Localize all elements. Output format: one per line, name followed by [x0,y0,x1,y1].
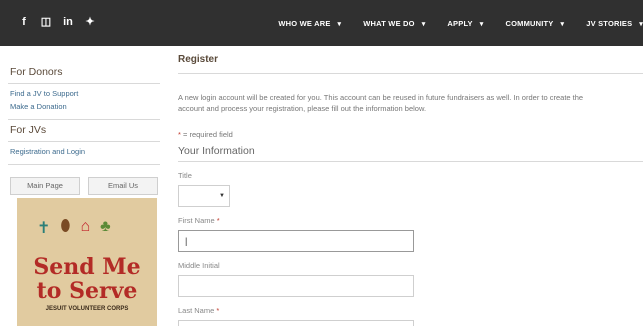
email-us-button[interactable]: Email Us [88,177,158,195]
nav-item-jv-stories[interactable]: JV STORIES ▾ [586,19,643,28]
house-icon: ⌂ [80,218,91,235]
intro-line-2: account and process your registration, p… [178,104,427,113]
main-nav: WHO WE ARE ▾ WHAT WE DO ▾ APPLY ▾ COMMUNITY… [278,0,643,46]
donor-links: Find a JV to Support Make a Donation [8,84,160,120]
registration-login-link[interactable]: Registration and Login [8,145,160,158]
first-name-label: First Name * [178,216,220,225]
middle-initial-label: Middle Initial [178,261,220,270]
cross-icon: ✝ [37,220,51,237]
facebook-icon[interactable]: f [18,16,30,28]
sidebar-buttons: Main Page Email Us [8,177,160,195]
intro-line-1: A new login account will be created for … [178,93,584,102]
instagram-icon[interactable]: ◫ [40,15,52,28]
make-donation-link[interactable]: Make a Donation [8,100,160,113]
send-me-to-serve-banner[interactable]: ✝ ⬮ ⌂ ♣ Send Me to Serve JESUIT VOLUNTEE… [17,198,157,326]
dropdown-arrow-icon: ▼ [219,193,225,199]
main-content: Register A new login account will be cre… [178,54,643,326]
jv-links: Registration and Login [8,142,160,165]
title-select[interactable]: ▼ [178,185,230,207]
chevron-down-icon: ▾ [560,20,565,28]
plant-icon: ♣ [100,218,111,235]
nav-item-who-we-are[interactable]: WHO WE ARE ▾ [278,19,341,28]
page-title: Register [178,54,643,74]
required-note: * = required field [178,130,233,139]
chevron-down-icon: ▾ [421,20,426,28]
nav-item-what-we-do[interactable]: WHAT WE DO ▾ [363,19,425,28]
donors-heading: For Donors [8,62,160,84]
nav-item-community[interactable]: COMMUNITY ▾ [505,19,564,28]
twitter-icon[interactable]: ✦ [84,15,96,28]
main-page-button[interactable]: Main Page [10,177,80,195]
promo-org-name: JESUIT VOLUNTEER CORPS [45,306,129,312]
title-label: Title [178,171,192,180]
chevron-down-icon: ▾ [337,20,342,28]
promo-icons: ✝ ⬮ ⌂ ♣ [37,218,111,238]
last-name-input[interactable] [178,320,414,326]
promo-line-1: Send Me [33,254,141,280]
top-nav-bar: f ◫ in ✦ WHO WE ARE ▾ WHAT WE DO ▾ APPLY ▾ … [0,0,643,46]
bread-icon: ⬮ [60,218,71,235]
intro-text: A new login account will be created for … [178,92,643,114]
sidebar: For Donors Find a JV to Support Make a D… [8,62,160,195]
chevron-down-icon: ▾ [639,20,643,28]
linkedin-icon[interactable]: in [62,16,74,28]
jvs-heading: For JVs [8,120,160,142]
middle-initial-input[interactable] [178,275,414,297]
first-name-input[interactable]: | [178,230,414,252]
chevron-down-icon: ▾ [479,20,484,28]
promo-line-2: to Serve [36,278,138,304]
last-name-label: Last Name * [178,306,220,315]
social-links: f ◫ in ✦ [18,15,96,29]
nav-item-apply[interactable]: APPLY ▾ [447,19,483,28]
find-jv-link[interactable]: Find a JV to Support [8,87,160,100]
section-title: Your Information [178,145,643,162]
